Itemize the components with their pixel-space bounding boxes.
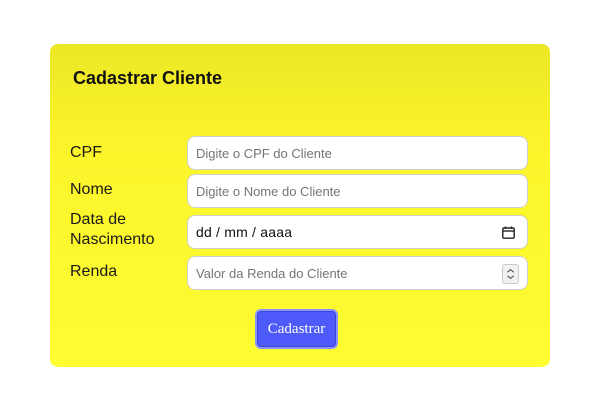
name-input[interactable]: Digite o Nome do Cliente bbox=[187, 174, 528, 208]
cpf-placeholder: Digite o CPF do Cliente bbox=[196, 145, 332, 161]
calendar-icon[interactable] bbox=[502, 226, 515, 239]
income-placeholder: Valor da Renda do Cliente bbox=[196, 265, 348, 281]
cpf-input[interactable]: Digite o CPF do Cliente bbox=[187, 136, 528, 170]
birthdate-label: Data de Nascimento bbox=[70, 210, 154, 250]
income-input[interactable]: Valor da Renda do Cliente bbox=[187, 256, 528, 290]
name-label: Nome bbox=[70, 181, 113, 198]
birthdate-value: dd / mm / aaaa bbox=[196, 224, 293, 240]
name-placeholder: Digite o Nome do Cliente bbox=[196, 183, 341, 199]
spinner-icon[interactable] bbox=[502, 264, 519, 284]
form-title: Cadastrar Cliente bbox=[73, 68, 223, 88]
birthdate-input[interactable]: dd / mm / aaaa bbox=[187, 215, 528, 249]
income-label: Renda bbox=[70, 263, 118, 280]
birthdate-label-line1: Data de bbox=[70, 211, 127, 228]
register-client-card: Cadastrar Cliente CPF Digite o CPF do Cl… bbox=[50, 44, 550, 367]
birthdate-label-line2: Nascimento bbox=[70, 231, 155, 248]
submit-button[interactable]: Cadastrar bbox=[255, 309, 338, 349]
cpf-label: CPF bbox=[70, 144, 102, 161]
